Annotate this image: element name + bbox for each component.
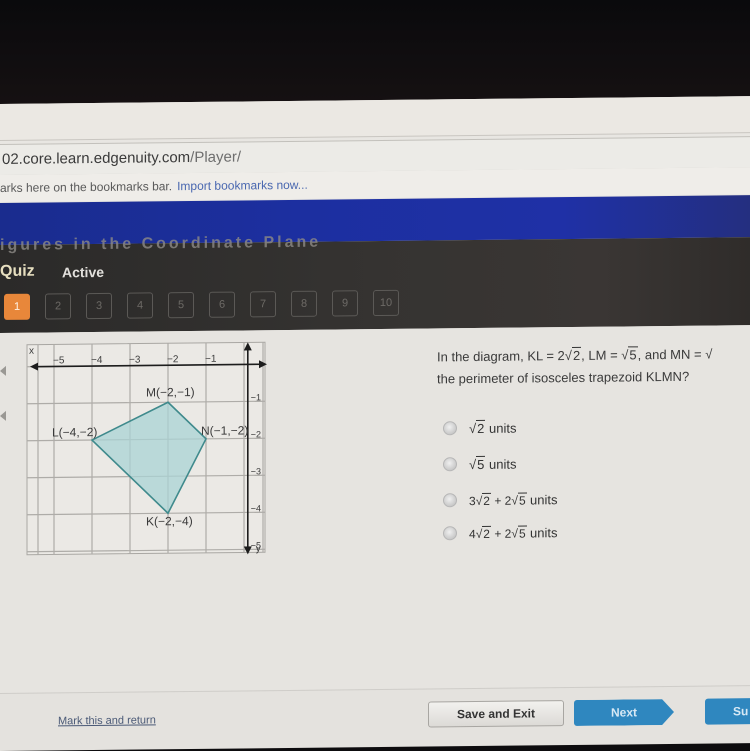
question-button-1[interactable]: 1 (4, 293, 30, 320)
question-button-2[interactable]: 2 (45, 293, 71, 320)
answer-option-4[interactable]: 4√2 + 2√5 units (443, 517, 557, 548)
question-button-4[interactable]: 4 (127, 292, 153, 319)
vertex-label-l: L(−4,−2) (52, 425, 97, 439)
coefficient: 2 (504, 493, 512, 508)
side-handles (0, 333, 14, 750)
question-line-1: In the diagram, KL = 2√2, LM = √5, and M… (437, 344, 712, 369)
x-tick-label: −5 (53, 355, 65, 366)
prompt-text: In the diagram, KL = 2 (437, 348, 565, 365)
plus-sign: + (494, 493, 502, 508)
url-path: /Player/ (190, 148, 242, 167)
radicand: 2 (571, 346, 582, 364)
save-and-exit-button[interactable]: Save and Exit (428, 700, 564, 728)
question-navigation: 1 2 3 4 5 6 7 8 9 10 (4, 289, 399, 320)
radicand: 5 (517, 491, 527, 508)
radicand: 5 (517, 524, 527, 541)
bookmarks-hint: arks here on the bookmarks bar. Import bo… (0, 178, 308, 195)
lesson-title: igures in the Coordinate Plane (0, 233, 322, 254)
unit: units (529, 491, 558, 507)
question-button-8[interactable]: 8 (291, 290, 317, 317)
option-label: 3√2 + 2√5 units (469, 491, 558, 508)
coefficient: 3 (469, 493, 476, 508)
quiz-footer: Mark this and return Save and Exit Next … (0, 685, 750, 751)
sqrt-mn-cutoff: √ (705, 346, 713, 362)
submit-button[interactable]: Su (705, 697, 750, 725)
question-button-9[interactable]: 9 (332, 290, 358, 317)
collapse-arrow-icon[interactable] (0, 365, 6, 376)
y-tick-label: −2 (251, 429, 261, 439)
y-tick-label: −4 (251, 503, 261, 513)
import-bookmarks-link[interactable]: Import bookmarks now... (177, 178, 308, 193)
y-tick-label: −1 (251, 392, 261, 402)
question-line-2: the perimeter of isosceles trapezoid KLM… (437, 368, 690, 387)
quiz-status: Active (62, 263, 105, 281)
sqrt-lm: √5 (621, 346, 638, 363)
radicand: 5 (476, 455, 486, 472)
x-tick-label: −2 (167, 354, 179, 365)
y-tick-label: −5 (251, 540, 261, 550)
question-button-7[interactable]: 7 (250, 291, 276, 318)
question-button-5[interactable]: 5 (168, 291, 194, 319)
y-tick-label: −3 (251, 466, 261, 476)
url-text[interactable]: 02.core.learn.edgenuity.com/Player/ (2, 148, 241, 168)
unit: units (529, 524, 558, 540)
question-button-3[interactable]: 3 (86, 292, 112, 320)
x-tick-label: −4 (91, 355, 103, 366)
radicand: 2 (476, 419, 486, 436)
vertex-label-m: M(−2,−1) (146, 385, 195, 400)
coefficient: 4 (469, 526, 476, 541)
option-label: √2 units (469, 419, 517, 436)
vertex-label-k: K(−2,−4) (146, 514, 193, 528)
radio-button[interactable] (443, 526, 457, 541)
radicand: 2 (482, 492, 491, 508)
plus-sign: + (494, 526, 502, 541)
prompt-text: , LM = (581, 347, 622, 363)
coefficient: 2 (504, 526, 512, 541)
radio-button[interactable] (443, 421, 457, 436)
prompt-text: , and MN = (637, 346, 706, 363)
url-host: 02.core.learn.edgenuity.com (2, 149, 191, 168)
question-prompt: In the diagram, KL = 2√2, LM = √5, and M… (437, 344, 712, 391)
x-tick-label: −3 (129, 355, 141, 366)
collapse-arrow-icon[interactable] (0, 410, 6, 421)
quiz-label: Quiz (0, 262, 35, 280)
radicand: 2 (482, 525, 491, 541)
unit: units (489, 456, 517, 472)
browser-screen: 02.core.learn.edgenuity.com/Player/ arks… (0, 96, 750, 751)
x-axis-label: x (29, 346, 34, 357)
monitor-bezel (0, 0, 750, 108)
vertex-label-n: N(−1,−2) (201, 423, 248, 437)
quiz-header: igures in the Coordinate Plane Quiz Acti… (0, 233, 750, 333)
option-label: √5 units (469, 455, 517, 472)
radio-button[interactable] (443, 457, 457, 472)
sqrt-kl: √2 (564, 346, 582, 364)
x-tick-label: −1 (205, 354, 217, 365)
radicand: 5 (628, 346, 638, 363)
mark-and-return-link[interactable]: Mark this and return (58, 714, 156, 727)
question-button-10[interactable]: 10 (373, 289, 399, 317)
answer-options: √2 units √5 units 3√2 + 2√5 units 4√2 + … (443, 409, 557, 548)
unit: units (489, 420, 517, 436)
question-button-6[interactable]: 6 (209, 291, 235, 318)
option-label: 4√2 + 2√5 units (469, 524, 558, 541)
next-button[interactable]: Next (574, 699, 674, 726)
bookmarks-message: arks here on the bookmarks bar. (0, 179, 173, 195)
answer-option-1[interactable]: √2 units (443, 409, 557, 446)
browser-toolbar (0, 96, 750, 141)
coordinate-graph: xy−5 −4 −3 −2 −1−1−2−3−4−5M(−2,−1)L(−4,−2) N(… (26, 341, 267, 556)
answer-option-2[interactable]: √5 units (443, 445, 557, 482)
answer-option-3[interactable]: 3√2 + 2√5 units (443, 481, 557, 518)
radio-button[interactable] (443, 493, 457, 508)
